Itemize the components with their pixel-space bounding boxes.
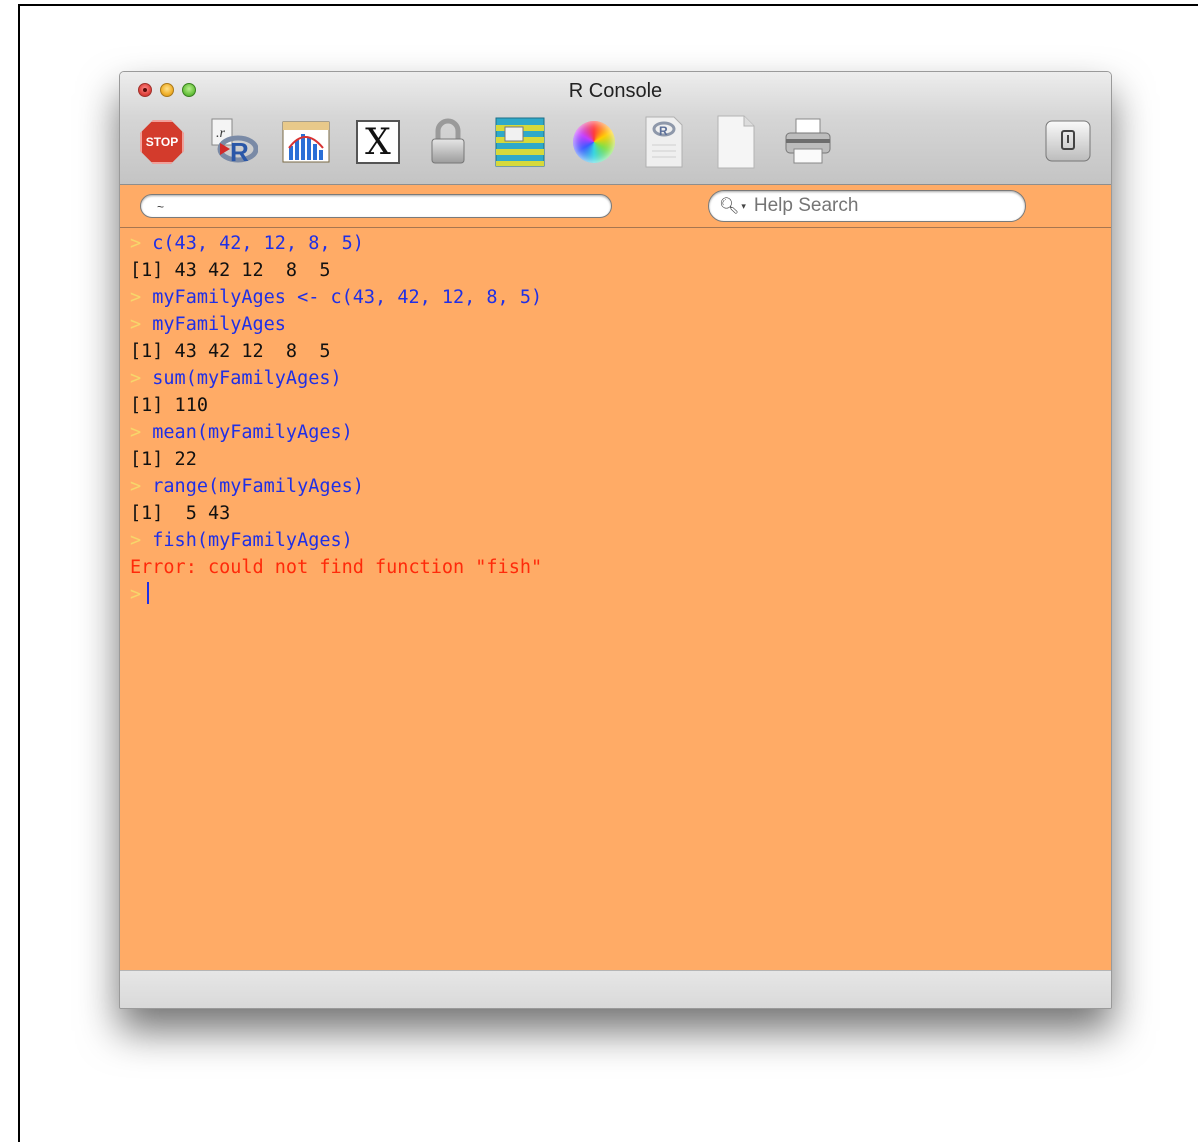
console-search-bar: ~ 🔍︎ ▾: [120, 185, 1111, 228]
stop-sign-icon: STOP: [140, 120, 184, 164]
toolbar-toggle-icon: [1045, 120, 1091, 162]
console-command-text: myFamilyAges: [152, 314, 286, 335]
console-active-input-line[interactable]: >: [130, 581, 1111, 608]
new-document-button[interactable]: [710, 115, 762, 169]
console-output-text: [1] 43 42 12 8 5: [130, 341, 331, 362]
console-output-line: [1] 110: [130, 392, 1111, 419]
color-wheel-icon: [573, 121, 615, 163]
console-prompt: >: [130, 287, 142, 308]
console-command-text: mean(myFamilyAges): [152, 422, 353, 443]
console-command-line: > mean(myFamilyAges): [130, 419, 1111, 446]
open-document-button[interactable]: R: [638, 116, 690, 168]
data-editor-button[interactable]: [494, 116, 546, 168]
console-command-line: > fish(myFamilyAges): [130, 527, 1111, 554]
console-error-line: Error: could not find function "fish": [130, 554, 1111, 581]
console-prompt: >: [130, 476, 142, 497]
console-prompt: >: [130, 530, 142, 551]
console-command-text: c(43, 42, 12, 8, 5): [152, 233, 364, 254]
console-output-line: [1] 43 42 12 8 5: [130, 257, 1111, 284]
text-cursor: [147, 582, 150, 604]
toggle-toolbar-button[interactable]: [1042, 116, 1094, 168]
console-output-text: [1] 110: [130, 395, 208, 416]
console-command-line: > myFamilyAges <- c(43, 42, 12, 8, 5): [130, 284, 1111, 311]
help-search-input[interactable]: [753, 195, 994, 217]
console-command-text: sum(myFamilyAges): [152, 368, 342, 389]
x11-button[interactable]: X: [352, 116, 404, 168]
r-script-icon: .r R: [211, 118, 258, 167]
r-document-icon: R: [645, 116, 683, 168]
help-search-field[interactable]: 🔍︎ ▾: [708, 190, 1026, 222]
console-command-line: > range(myFamilyAges): [130, 473, 1111, 500]
console-output[interactable]: > c(43, 42, 12, 8, 5) [1] 43 42 12 8 5 > m…: [120, 228, 1111, 970]
console-output-text: [1] 5 43: [130, 503, 231, 524]
svg-text:.r: .r: [216, 126, 226, 141]
r-console-window: R Console STOP .r R X R ~ 🔍︎ ▾ Help Sear…: [119, 71, 1112, 1009]
console-command-text: myFamilyAges <- c(43, 42, 12, 8, 5): [152, 287, 543, 308]
data-table-icon: [495, 117, 545, 167]
svg-text:R: R: [230, 137, 249, 167]
status-bar: [120, 970, 1111, 1008]
console-command-line: > myFamilyAges: [130, 311, 1111, 338]
title-bar[interactable]: R Console STOP .r R X R: [120, 72, 1111, 185]
working-directory-field[interactable]: ~: [140, 194, 612, 218]
padlock-icon: [431, 118, 465, 164]
console-output-text: [1] 22: [130, 449, 197, 470]
console-error-text: Error: could not find function "fish": [130, 557, 543, 578]
console-output-text: [1] 43 42 12 8 5: [130, 260, 331, 281]
source-script-button[interactable]: .r R: [206, 116, 258, 168]
console-command-text: fish(myFamilyAges): [152, 530, 353, 551]
console-prompt: >: [130, 233, 142, 254]
console-command-line: > sum(myFamilyAges): [130, 365, 1111, 392]
console-prompt: >: [130, 368, 142, 389]
console-prompt: >: [130, 314, 142, 335]
console-command-text: range(myFamilyAges): [152, 476, 364, 497]
window-title: R Console: [568, 80, 663, 102]
blank-page-icon: [717, 115, 755, 169]
quartz-button[interactable]: [280, 116, 332, 168]
x11-icon: X: [356, 120, 400, 164]
svg-text:R: R: [659, 124, 668, 138]
console-output-line: [1] 22: [130, 446, 1111, 473]
print-button[interactable]: [782, 116, 834, 168]
console-prompt: >: [130, 422, 142, 443]
authenticate-button[interactable]: [422, 116, 474, 168]
console-output-line: [1] 43 42 12 8 5: [130, 338, 1111, 365]
console-command-line: > c(43, 42, 12, 8, 5): [130, 230, 1111, 257]
search-icon[interactable]: 🔍︎: [719, 196, 739, 216]
console-output-line: [1] 5 43: [130, 500, 1111, 527]
console-prompt: >: [130, 584, 142, 605]
chevron-down-icon[interactable]: ▾: [741, 201, 746, 212]
set-colors-button[interactable]: [568, 116, 620, 168]
stop-button[interactable]: STOP: [136, 116, 188, 168]
printer-icon: [785, 118, 831, 164]
bar-chart-icon: [282, 121, 330, 163]
